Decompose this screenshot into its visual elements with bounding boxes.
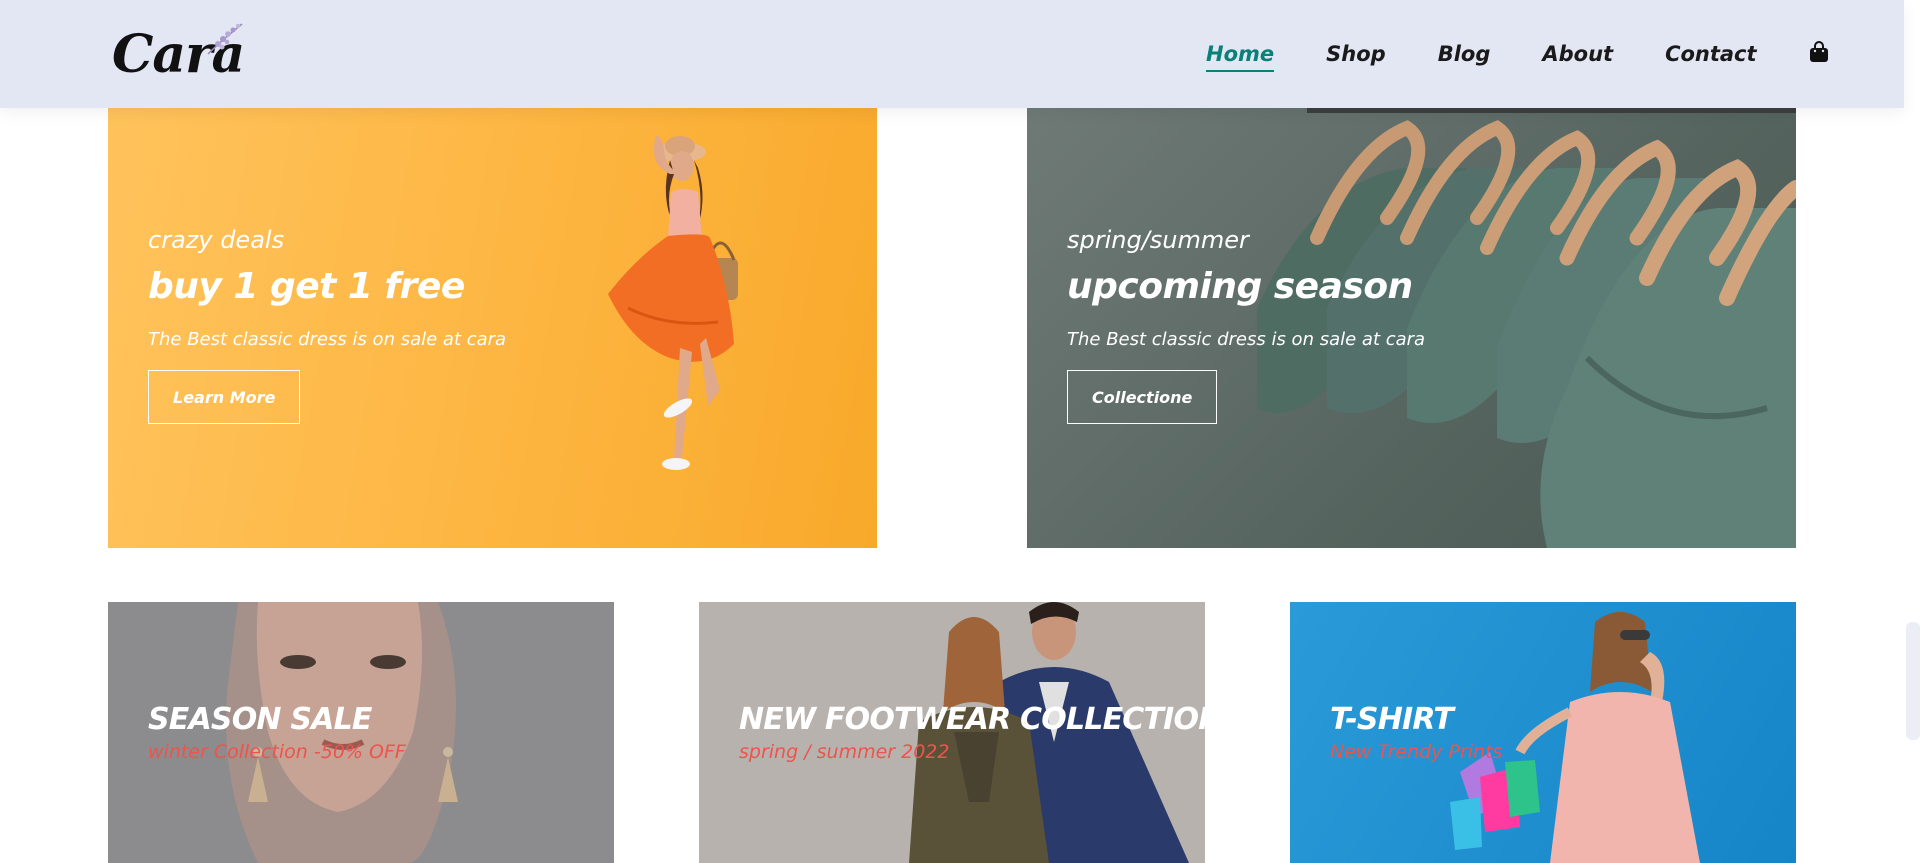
banner-description: The Best classic dress is on sale at car… <box>148 329 507 350</box>
banner-subtitle: New Trendy Prints <box>1330 741 1503 763</box>
banner-subtitle: winter Collection -50% OFF <box>148 741 406 763</box>
banner-new-footwear: NEW FOOTWEAR COLLECTION spring / summer … <box>699 602 1205 863</box>
banner-description: The Best classic dress is on sale at car… <box>1067 329 1426 350</box>
banner-subtitle: spring / summer 2022 <box>739 741 950 763</box>
nav-home[interactable]: Home <box>1206 42 1275 72</box>
banner-heading: buy 1 get 1 free <box>148 266 465 307</box>
banner-crazy-deals: crazy deals buy 1 get 1 free The Best cl… <box>108 108 877 548</box>
banner-kicker: crazy deals <box>148 226 285 254</box>
nav-shop[interactable]: Shop <box>1326 42 1386 66</box>
nav-contact[interactable]: Contact <box>1665 42 1757 66</box>
banner-title: NEW FOOTWEAR COLLECTION <box>739 702 1205 737</box>
banner-kicker: spring/summer <box>1067 226 1249 254</box>
banner-season-sale: SEASON SALE winter Collection -50% OFF <box>108 602 614 863</box>
banner-upcoming-season: spring/summer upcoming season The Best c… <box>1027 108 1796 548</box>
main-nav: Home Shop Blog About Contact <box>1206 34 1829 74</box>
scrollbar-thumb[interactable] <box>1906 622 1920 740</box>
nav-about[interactable]: About <box>1542 42 1613 66</box>
banner-title: SEASON SALE <box>148 702 372 737</box>
learn-more-button[interactable]: Learn More <box>148 370 301 424</box>
banner-title: T-SHIRT <box>1330 702 1454 737</box>
shopping-bag-icon[interactable] <box>1809 41 1829 67</box>
nav-blog[interactable]: Blog <box>1438 42 1491 66</box>
banner-t-shirt: T-SHIRT New Trendy Prints <box>1290 602 1796 863</box>
collection-button[interactable]: Collectione <box>1067 370 1218 424</box>
site-header: Cara Home Shop Blog About Contact <box>0 0 1904 108</box>
lavender-sprig-icon <box>207 23 243 55</box>
banner-heading: upcoming season <box>1067 266 1413 307</box>
